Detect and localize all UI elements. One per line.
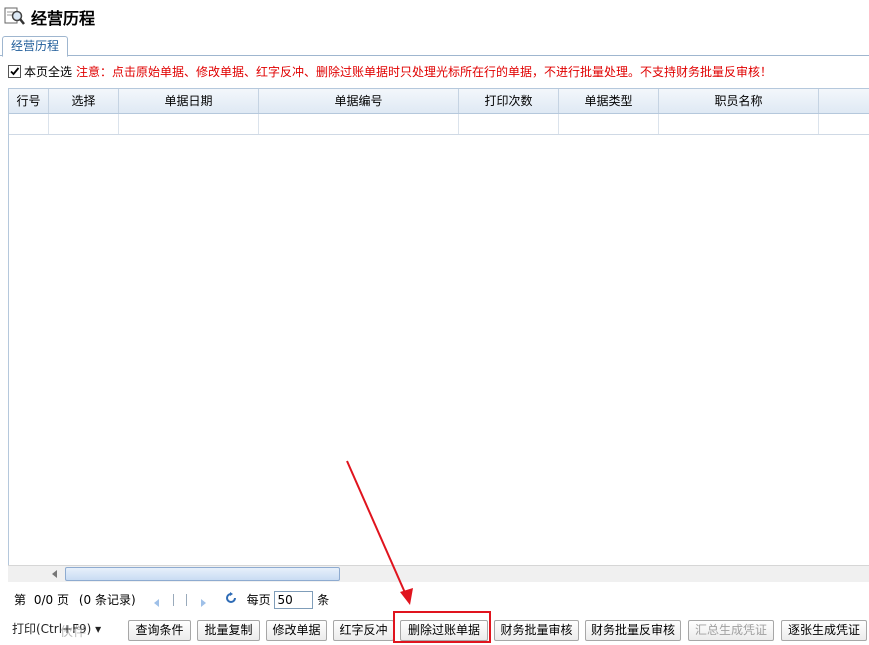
table-cell[interactable]: [259, 114, 459, 134]
per-document-voucher-button[interactable]: 逐张生成凭证: [781, 620, 867, 641]
select-all-label: 本页全选: [24, 65, 73, 79]
page-title: 经营历程: [31, 9, 96, 28]
tab-strip-border: [0, 55, 869, 56]
pager-page-info: 0/0 页: [33, 592, 69, 607]
annotation-highlight-box: [393, 611, 491, 643]
document-grid: 行号 选择 单据日期 单据编号 打印次数 单据类型 职员名称: [8, 88, 869, 582]
warning-text: 注意：点击原始单据、修改单据、红字反冲、删除过账单据时只处理光标所在行的单据，不…: [76, 65, 773, 79]
grid-header: 行号 选择 单据日期 单据编号 打印次数 单据类型 职员名称: [9, 89, 869, 114]
column-header-select[interactable]: 选择: [49, 89, 119, 113]
horizontal-scrollbar[interactable]: [8, 565, 869, 582]
finance-batch-approve-button[interactable]: 财务批量审核: [494, 620, 579, 641]
title-bar: 经营历程: [0, 0, 869, 34]
notice-bar: 本页全选 注意：点击原始单据、修改单据、红字反冲、删除过账单据时只处理光标所在行的…: [8, 63, 772, 79]
modify-document-button[interactable]: 修改单据: [266, 620, 327, 641]
batch-copy-button[interactable]: 批量复制: [197, 620, 260, 641]
scrollbar-thumb[interactable]: [65, 567, 340, 581]
red-reversal-button[interactable]: 红字反冲: [333, 620, 394, 641]
table-cell[interactable]: [659, 114, 819, 134]
next-page-icon[interactable]: [197, 594, 209, 607]
table-cell[interactable]: [119, 114, 259, 134]
query-conditions-button[interactable]: 查询条件: [128, 620, 191, 641]
pager-separator: [186, 593, 188, 606]
finance-batch-unapprove-button[interactable]: 财务批量反审核: [585, 620, 681, 641]
pager-prefix: 第: [14, 592, 27, 607]
tab-business-history[interactable]: 经营历程: [2, 36, 68, 57]
column-header-filler: [819, 89, 869, 113]
table-cell[interactable]: [819, 114, 869, 134]
per-page-label: 每页: [246, 592, 271, 607]
pager-separator: [173, 593, 175, 606]
per-page-unit: 条: [317, 592, 330, 607]
search-document-icon: [4, 6, 26, 26]
previous-page-icon[interactable]: [151, 594, 163, 607]
table-cell[interactable]: [459, 114, 559, 134]
column-header-doc-type[interactable]: 单据类型: [559, 89, 659, 113]
refresh-icon[interactable]: [225, 589, 237, 611]
table-row[interactable]: [9, 114, 869, 135]
table-cell[interactable]: [9, 114, 49, 134]
column-header-row-no[interactable]: 行号: [9, 89, 49, 113]
pager-record-info: (0 条记录): [78, 592, 136, 607]
scroll-left-arrow-icon[interactable]: [52, 570, 57, 578]
pager: 第 0/0 页 (0 条记录) 每页 条: [14, 588, 329, 610]
column-header-doc-number[interactable]: 单据编号: [259, 89, 459, 113]
table-cell[interactable]: [559, 114, 659, 134]
summary-voucher-button[interactable]: 汇总生成凭证: [688, 620, 774, 641]
table-cell[interactable]: [49, 114, 119, 134]
column-header-employee-name[interactable]: 职员名称: [659, 89, 819, 113]
page-size-input[interactable]: [274, 590, 314, 609]
column-header-doc-date[interactable]: 单据日期: [119, 89, 259, 113]
select-all-checkbox[interactable]: [8, 65, 21, 78]
watermark-text: 伙伴: [60, 625, 87, 640]
column-header-print-count[interactable]: 打印次数: [459, 89, 559, 113]
